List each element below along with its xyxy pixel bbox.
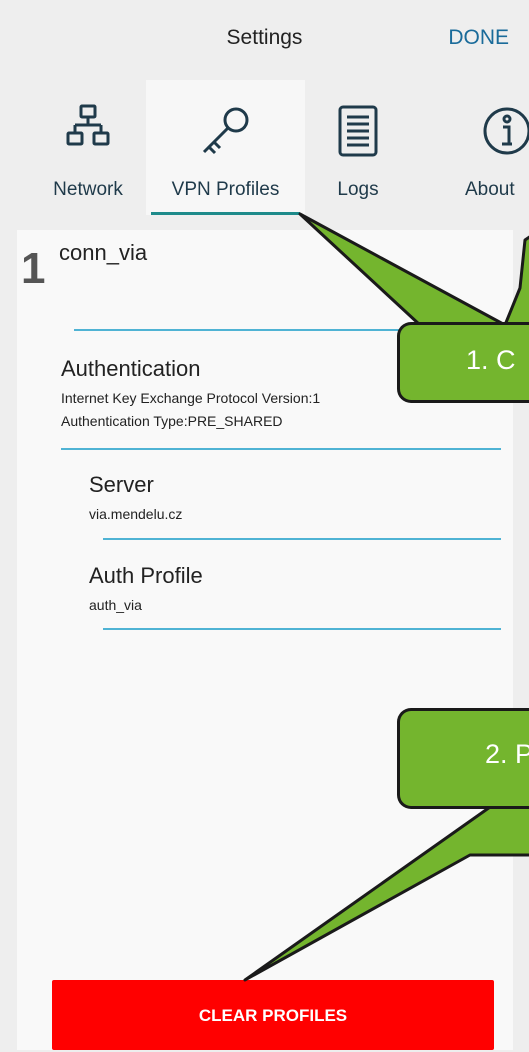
divider	[74, 329, 404, 331]
tab-network-label: Network	[53, 179, 123, 200]
network-icon	[65, 104, 111, 155]
server-title[interactable]: Server	[89, 472, 154, 498]
profile-name[interactable]: conn_via	[59, 240, 147, 266]
active-tab-indicator	[151, 212, 300, 215]
divider	[103, 628, 501, 630]
callout-2-text: 2. P	[485, 739, 529, 769]
tab-logs-label: Logs	[337, 179, 379, 200]
done-button[interactable]: DONE	[448, 26, 509, 50]
auth-profile-title[interactable]: Auth Profile	[89, 563, 203, 589]
top-bar: Settings DONE	[0, 0, 529, 80]
tab-bar: Network VPN Profiles Logs About	[0, 80, 529, 215]
auth-protocol-version: Internet Key Exchange Protocol Version:1	[61, 390, 321, 406]
callout-1: 1. C	[397, 322, 529, 403]
tab-vpn-profiles[interactable]: VPN Profiles	[146, 80, 305, 215]
tab-about[interactable]: About	[455, 80, 529, 215]
clear-profiles-button[interactable]: CLEAR PROFILES	[52, 980, 494, 1050]
auth-profile-value: auth_via	[89, 597, 142, 613]
tab-network[interactable]: Network	[38, 80, 138, 215]
tab-about-label: About	[465, 179, 515, 200]
callout-1-text: 1. C	[466, 345, 516, 375]
profile-number: 1	[21, 244, 46, 293]
authentication-title[interactable]: Authentication	[61, 356, 200, 382]
divider	[103, 538, 501, 540]
auth-type: Authentication Type:PRE_SHARED	[61, 413, 283, 429]
server-value: via.mendelu.cz	[89, 506, 183, 522]
divider	[61, 448, 501, 450]
key-icon	[198, 104, 254, 165]
callout-2: 2. P	[397, 708, 529, 809]
info-icon	[482, 104, 529, 163]
tab-vpn-profiles-label: VPN Profiles	[171, 179, 280, 200]
document-icon	[337, 104, 379, 163]
tab-logs[interactable]: Logs	[318, 80, 398, 215]
